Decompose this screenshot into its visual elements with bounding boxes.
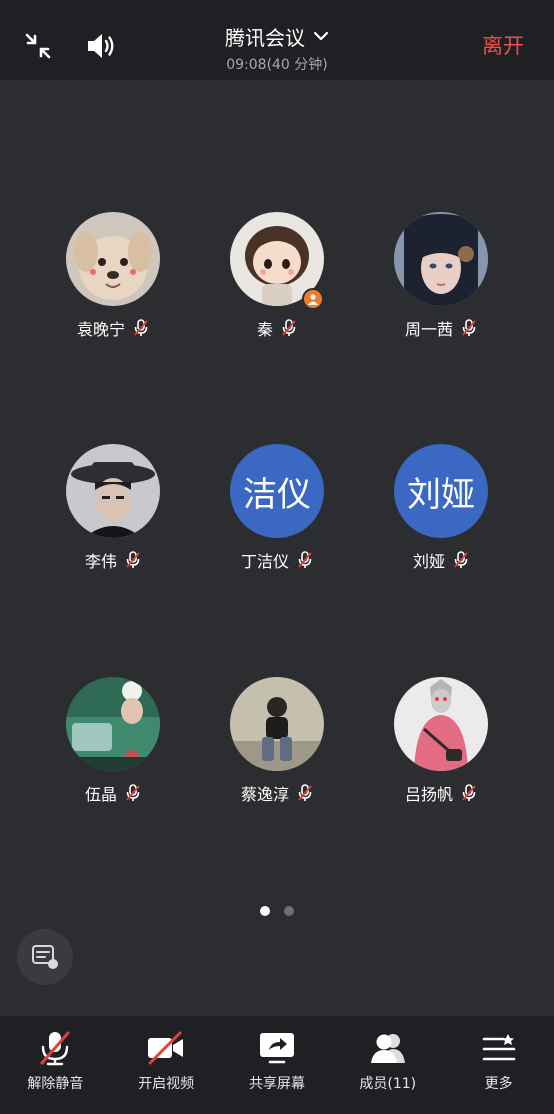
members-button[interactable]: 成员(11) (332, 1016, 443, 1114)
avatar (230, 677, 324, 771)
unmute-label: 解除静音 (27, 1076, 84, 1092)
more-label: 更多 (484, 1076, 513, 1092)
share-screen-label: 共享屏幕 (248, 1076, 305, 1092)
participant-name-row: 袁晚宁 (38, 316, 188, 340)
participant-name-row: 蔡逸淳 (202, 781, 352, 805)
more-button[interactable]: 更多 (443, 1016, 554, 1114)
mic-muted-icon (126, 784, 140, 801)
participant-tile[interactable]: 吕扬帆 (366, 677, 516, 817)
page-dot[interactable] (284, 906, 294, 916)
avatar (394, 677, 488, 771)
participant-name-row: 伍晶 (38, 781, 188, 805)
chat-button[interactable] (17, 929, 73, 985)
participant-name-row: 刘娅 (366, 548, 516, 572)
avatar (394, 212, 488, 306)
participant-tile[interactable]: 袁晚宁 (38, 212, 188, 352)
more-menu-icon (479, 1028, 519, 1068)
members-label: 成员(11) (359, 1076, 417, 1092)
mic-muted-icon (462, 319, 476, 336)
participant-name-row: 周一茜 (366, 316, 516, 340)
mic-muted-icon (298, 551, 312, 568)
mic-muted-icon (298, 784, 312, 801)
participant-name: 吕扬帆 (404, 785, 453, 804)
participant-name: 刘娅 (412, 552, 445, 571)
speaker-icon[interactable] (82, 28, 120, 64)
unmute-button[interactable]: 解除静音 (0, 1016, 111, 1114)
participant-tile[interactable]: 蔡逸淳 (202, 677, 352, 817)
participant-name-row: 吕扬帆 (366, 781, 516, 805)
share-screen-icon (257, 1028, 297, 1068)
participant-name: 丁洁仪 (240, 552, 289, 571)
start-video-label: 开启视频 (138, 1076, 195, 1092)
mic-muted-icon (35, 1028, 75, 1068)
mic-muted-icon (454, 551, 468, 568)
participant-tile[interactable]: 伍晶 (38, 677, 188, 817)
avatar (66, 444, 160, 538)
chat-icon (32, 945, 58, 969)
meeting-title-text: 腾讯会议 (225, 25, 305, 50)
meeting-title[interactable]: 腾讯会议 (200, 20, 354, 52)
mic-muted-icon (462, 784, 476, 801)
camera-off-icon (146, 1028, 186, 1068)
avatar (66, 212, 160, 306)
mic-muted-icon (282, 319, 296, 336)
minimize-icon[interactable] (20, 28, 56, 64)
bottom-toolbar: 解除静音 开启视频 共享屏幕 成员(11) 更多 (0, 1016, 554, 1114)
participant-name-row: 丁洁仪 (202, 548, 352, 572)
participant-name: 蔡逸淳 (240, 785, 289, 804)
page-indicator (0, 906, 554, 916)
top-bar: 腾讯会议 09:08(40 分钟) 离开 (0, 0, 554, 80)
participant-name: 秦 (256, 320, 273, 339)
chevron-down-icon (313, 31, 329, 41)
participant-name-row: 李伟 (38, 548, 188, 572)
participant-tile[interactable]: 洁仪 丁洁仪 (202, 444, 352, 584)
start-video-button[interactable]: 开启视频 (111, 1016, 222, 1114)
share-screen-button[interactable]: 共享屏幕 (222, 1016, 333, 1114)
page-dot-active[interactable] (260, 906, 270, 916)
participant-name: 伍晶 (84, 785, 117, 804)
avatar (66, 677, 160, 771)
participant-tile[interactable]: 秦 (202, 212, 352, 352)
members-icon (368, 1028, 408, 1068)
participant-tile[interactable]: 周一茜 (366, 212, 516, 352)
text-avatar: 洁仪 (230, 444, 324, 538)
participant-name: 袁晚宁 (76, 320, 125, 339)
mic-muted-icon (134, 319, 148, 336)
text-avatar: 刘娅 (394, 444, 488, 538)
participant-name: 李伟 (84, 552, 117, 571)
participant-name-row: 秦 (202, 316, 352, 340)
mic-muted-icon (126, 551, 140, 568)
participant-name: 周一茜 (404, 320, 453, 339)
host-badge-icon (302, 288, 324, 310)
participant-tile[interactable]: 刘娅 刘娅 (366, 444, 516, 584)
leave-button[interactable]: 离开 (482, 30, 524, 60)
participant-tile[interactable]: 李伟 (38, 444, 188, 584)
meeting-duration: 09:08(40 分钟) (226, 57, 328, 73)
